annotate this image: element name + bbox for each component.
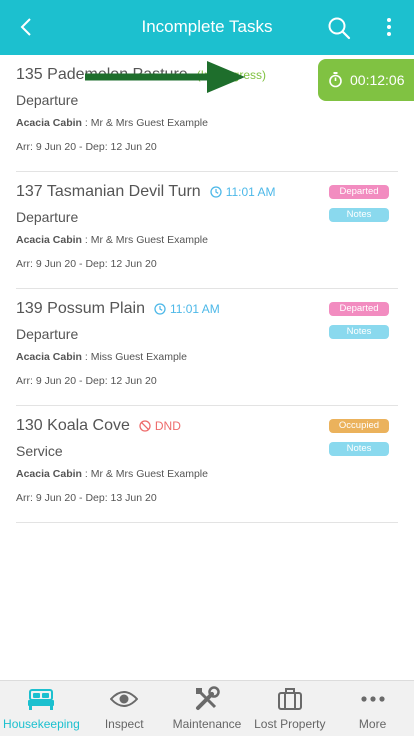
guest-info: Acacia Cabin : Mr & Mrs Guest Example xyxy=(16,468,208,480)
tools-icon xyxy=(193,686,221,712)
chevron-left-icon[interactable] xyxy=(14,14,40,40)
do-not-disturb-icon xyxy=(139,420,151,432)
time-label: 11:01 AM xyxy=(169,302,220,316)
stay-dates: Arr: 9 Jun 20 - Dep: 12 Jun 20 xyxy=(16,141,157,153)
time-tag: 11:01 AM xyxy=(154,302,220,316)
guest-name: : Mr & Mrs Guest Example xyxy=(81,117,208,129)
notes-badge[interactable]: Notes xyxy=(329,208,389,222)
guest-name: : Miss Guest Example xyxy=(81,351,187,363)
nav-label: Maintenance xyxy=(172,717,242,731)
nav-more[interactable]: More xyxy=(331,681,414,736)
task-type: Departure xyxy=(16,209,79,225)
briefcase-icon xyxy=(276,686,304,712)
clock-icon xyxy=(154,303,166,315)
room-name: 137 Tasmanian Devil Turn xyxy=(16,183,201,200)
guest-info: Acacia Cabin : Miss Guest Example xyxy=(16,351,187,363)
room-name: 139 Possum Plain xyxy=(16,300,145,317)
clock-icon xyxy=(210,186,222,198)
nav-inspect[interactable]: Inspect xyxy=(83,681,166,736)
room-name: 135 Pademelon Pasture xyxy=(16,66,188,83)
task-type: Service xyxy=(16,443,63,459)
cabin-name: Acacia Cabin xyxy=(16,351,82,363)
nav-label: Lost Property xyxy=(254,717,326,731)
cabin-name: Acacia Cabin xyxy=(16,468,82,480)
task-timer-button[interactable]: 00:12:06 xyxy=(318,59,414,101)
search-icon[interactable] xyxy=(326,15,352,41)
task-row[interactable]: 139 Possum Plain 11:01 AM Departed Notes… xyxy=(16,289,398,406)
notes-badge[interactable]: Notes xyxy=(329,442,389,456)
nav-label: Inspect xyxy=(104,717,144,731)
eye-icon xyxy=(110,686,139,712)
guest-name: : Mr & Mrs Guest Example xyxy=(81,234,208,246)
app-bar: Incomplete Tasks xyxy=(0,0,414,55)
in-progress-label: (In Progress) xyxy=(196,68,267,82)
stay-dates: Arr: 9 Jun 20 - Dep: 12 Jun 20 xyxy=(16,258,157,270)
time-tag: 11:01 AM xyxy=(210,185,276,199)
cabin-name: Acacia Cabin xyxy=(16,117,82,129)
room-name: 130 Koala Cove xyxy=(16,417,130,434)
nav-lost-property[interactable]: Lost Property xyxy=(248,681,331,736)
guest-info: Acacia Cabin : Mr & Mrs Guest Example xyxy=(16,117,208,129)
status-badge[interactable]: Occupied xyxy=(329,419,389,433)
more-dots-icon xyxy=(359,686,387,712)
guest-name: : Mr & Mrs Guest Example xyxy=(81,468,208,480)
nav-maintenance[interactable]: Maintenance xyxy=(166,681,249,736)
time-label: 11:01 AM xyxy=(225,185,276,199)
cabin-name: Acacia Cabin xyxy=(16,234,82,246)
kebab-menu-icon[interactable] xyxy=(380,15,398,41)
stay-dates: Arr: 9 Jun 20 - Dep: 12 Jun 20 xyxy=(16,375,157,387)
dnd-label: DND xyxy=(154,419,181,433)
task-type: Departure xyxy=(16,326,79,342)
task-row[interactable]: 137 Tasmanian Devil Turn 11:01 AM Depart… xyxy=(16,172,398,289)
bottom-nav: Housekeeping Inspect Maintenance Lost Pr… xyxy=(0,680,414,736)
status-badge[interactable]: Departed xyxy=(329,185,389,199)
guest-info: Acacia Cabin : Mr & Mrs Guest Example xyxy=(16,234,208,246)
stopwatch-icon xyxy=(329,72,342,88)
task-type: Departure xyxy=(16,92,79,108)
notes-badge[interactable]: Notes xyxy=(329,325,389,339)
stay-dates: Arr: 9 Jun 20 - Dep: 13 Jun 20 xyxy=(16,492,157,504)
nav-label: More xyxy=(358,717,387,731)
dnd-tag: DND xyxy=(139,419,181,433)
status-badge[interactable]: Departed xyxy=(329,302,389,316)
nav-label: Housekeeping xyxy=(3,717,80,731)
bed-icon xyxy=(27,686,55,712)
nav-housekeeping[interactable]: Housekeeping xyxy=(0,681,83,736)
task-row[interactable]: 130 Koala Cove DND Occupied Notes Servic… xyxy=(16,406,398,523)
task-list: 135 Pademelon Pasture (In Progress) Depa… xyxy=(0,55,414,523)
timer-value: 00:12:06 xyxy=(350,72,405,88)
